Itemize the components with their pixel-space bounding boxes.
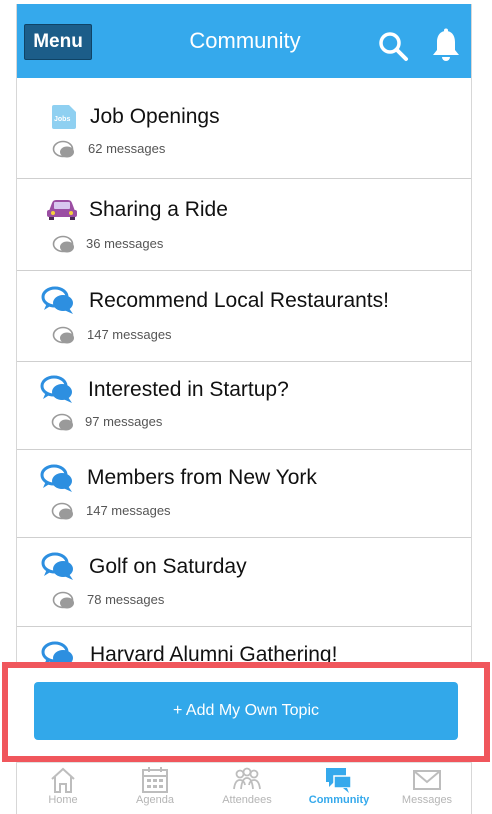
jobs-icon: Jobs [52,105,76,129]
car-icon [47,200,77,220]
svg-text:Jobs: Jobs [54,116,70,123]
topic-row-members-from-new-york[interactable]: Members from New York 147 messages [17,450,471,538]
message-count: 78 messages [87,592,165,607]
chat-bubbles-icon [41,552,73,580]
tab-label: Messages [401,794,453,806]
people-icon [233,767,261,790]
message-count: 36 messages [86,236,164,251]
comment-icon [52,591,74,609]
tab-attendees[interactable]: Attendees [201,763,293,814]
tab-home[interactable]: Home [17,763,109,814]
topic-title: Recommend Local Restaurants! [89,289,389,312]
comment-icon [52,235,74,253]
topic-title: Interested in Startup? [88,378,289,401]
highlight-box [2,662,490,762]
comment-icon [52,326,74,344]
search-icon[interactable] [377,30,409,62]
tab-messages[interactable]: Messages [381,763,473,814]
message-count: 147 messages [87,327,172,342]
chat-bubbles-icon [41,286,73,314]
topic-row-recommend-local-restaurants[interactable]: Recommend Local Restaurants! 147 message… [17,271,471,362]
chat-bubbles-icon [40,464,72,492]
comment-icon [51,413,73,431]
tab-label: Community [308,794,370,806]
home-icon [51,767,75,793]
chat-bubbles-icon [326,768,352,793]
bottom-tab-bar: Home Agenda Attendees Community Messages [16,762,472,814]
message-count: 97 messages [85,414,163,429]
topic-row-golf-on-saturday[interactable]: Golf on Saturday 78 messages [17,538,471,627]
topic-title: Members from New York [87,466,317,489]
tab-label: Attendees [222,794,272,806]
tab-community[interactable]: Community [293,763,385,814]
calendar-icon [142,767,168,793]
chat-bubbles-icon [40,375,72,403]
tab-label: Agenda [136,794,174,806]
topic-row-sharing-a-ride[interactable]: Sharing a Ride 36 messages [17,179,471,271]
tab-agenda[interactable]: Agenda [109,763,201,814]
topic-title: Job Openings [90,105,220,128]
tab-label: Home [48,794,78,806]
topic-title: Golf on Saturday [89,555,247,578]
topic-row-job-openings[interactable]: Jobs Job Openings 62 messages [17,78,471,179]
topic-row-interested-in-startup[interactable]: Interested in Startup? 97 messages [17,362,471,450]
comment-icon [51,502,73,520]
envelope-icon [413,770,441,790]
bell-icon[interactable] [431,28,461,62]
top-bar: Menu Community [17,4,471,78]
message-count: 62 messages [88,141,166,156]
comment-icon [52,140,74,158]
topic-title: Sharing a Ride [89,198,228,221]
message-count: 147 messages [86,503,171,518]
